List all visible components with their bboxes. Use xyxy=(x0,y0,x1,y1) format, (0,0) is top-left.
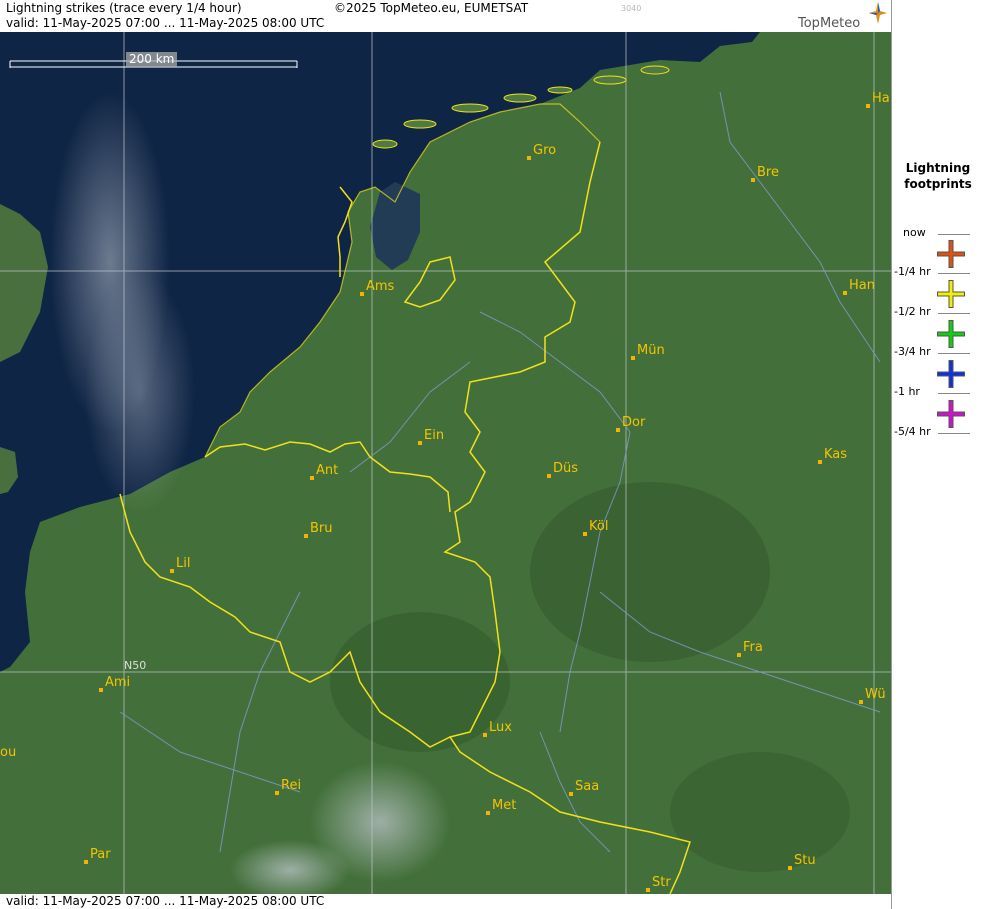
satellite-map[interactable]: 200 km N50 Gro Bre Ha Ams Han Mün Ein Do… xyxy=(0,32,891,894)
city-label: Düs xyxy=(553,461,579,476)
city-dot xyxy=(631,356,635,360)
city-dot xyxy=(616,428,620,432)
city-dot xyxy=(569,792,573,796)
city-dot xyxy=(866,104,870,108)
lightning-cross-icon xyxy=(937,360,965,388)
city-label: Wü xyxy=(865,687,886,702)
city-label: Lil xyxy=(176,556,191,571)
city-label: Gro xyxy=(533,143,557,158)
compass-star-icon xyxy=(869,2,887,24)
city-label: Ha xyxy=(872,91,890,106)
latitude-label-n50: N50 xyxy=(124,659,147,672)
legend-label-now: now xyxy=(903,226,926,239)
lightning-cross-icon xyxy=(937,320,965,348)
city-dot xyxy=(547,474,551,478)
city-dot xyxy=(310,476,314,480)
legend-divider xyxy=(938,234,970,235)
cross-now xyxy=(938,241,964,267)
city-label: Bru xyxy=(310,521,333,536)
city-label: Kas xyxy=(824,447,848,462)
topmeteo-logo: TopMeteo xyxy=(797,2,889,32)
header: Lightning strikes (trace every 1/4 hour)… xyxy=(0,0,891,32)
city-label: Dor xyxy=(622,415,646,430)
city-dot xyxy=(646,888,650,892)
legend-divider xyxy=(938,313,970,314)
city-dot xyxy=(486,811,490,815)
legend-panel: Lightning footprints now -1/4 hr -1/2 hr… xyxy=(891,0,983,909)
valid-time: valid: 11-May-2025 07:00 ... 11-May-2025… xyxy=(6,16,325,30)
lightning-cross-icon xyxy=(937,400,965,428)
city-label: ou xyxy=(0,745,17,760)
city-label: Fra xyxy=(743,640,763,655)
city-label: Rei xyxy=(281,778,302,793)
map-title: Lightning strikes (trace every 1/4 hour) xyxy=(6,1,242,15)
city-dot xyxy=(99,688,103,692)
legend-title: Lightning footprints xyxy=(892,160,983,192)
city-dot xyxy=(737,653,741,657)
map-base xyxy=(0,32,891,894)
copyright: ©2025 TopMeteo.eu, EUMETSAT xyxy=(334,1,529,15)
legend-divider xyxy=(938,273,970,274)
legend-divider xyxy=(938,353,970,354)
city-label: Ant xyxy=(316,463,339,478)
lightning-cross-icon xyxy=(937,280,965,308)
image-code: 3040 xyxy=(621,4,642,13)
legend-title-line1: Lightning xyxy=(905,161,971,175)
city-dot xyxy=(170,569,174,573)
city-dot xyxy=(583,532,587,536)
city-dot xyxy=(360,292,364,296)
city-dot xyxy=(483,733,487,737)
city-dot xyxy=(527,156,531,160)
city-label: Ein xyxy=(424,428,445,443)
city-dot xyxy=(304,534,308,538)
city-label: Lux xyxy=(489,720,512,735)
city-dot xyxy=(751,178,755,182)
city-label: Köl xyxy=(589,519,609,534)
city-dot xyxy=(418,441,422,445)
city-dot xyxy=(843,291,847,295)
city-label: Bre xyxy=(757,165,779,180)
legend-label-five-quarter: -5/4 hr xyxy=(894,425,931,438)
city-dot xyxy=(818,460,822,464)
legend-label-half: -1/2 hr xyxy=(894,305,931,318)
city-label: Saa xyxy=(575,779,600,794)
scale-bar: 200 km xyxy=(9,52,298,68)
footer: valid: 11-May-2025 07:00 ... 11-May-2025… xyxy=(0,894,891,909)
city-label: Met xyxy=(492,798,517,813)
legend-label-one-hour: -1 hr xyxy=(894,385,920,398)
city-label: Par xyxy=(90,847,111,862)
city-label: Mün xyxy=(637,343,665,358)
city-dot xyxy=(84,860,88,864)
logo-text: TopMeteo xyxy=(798,16,861,31)
legend-title-line2: footprints xyxy=(904,177,972,191)
footer-valid-time: valid: 11-May-2025 07:00 ... 11-May-2025… xyxy=(6,894,325,908)
legend-divider xyxy=(938,393,970,394)
lightning-cross-icon xyxy=(937,240,965,268)
legend-divider xyxy=(938,433,970,434)
legend-label-quarter: -1/4 hr xyxy=(894,265,931,278)
legend-label-three-quarter: -3/4 hr xyxy=(894,345,931,358)
city-label: Stu xyxy=(794,853,816,868)
city-label: Ami xyxy=(105,675,131,690)
city-label: Str xyxy=(652,875,671,890)
scale-label: 200 km xyxy=(126,52,178,67)
city-label: Ams xyxy=(366,279,395,294)
city-dot xyxy=(859,700,863,704)
city-label: Han xyxy=(849,278,875,293)
city-dot xyxy=(275,791,279,795)
city-dot xyxy=(788,866,792,870)
